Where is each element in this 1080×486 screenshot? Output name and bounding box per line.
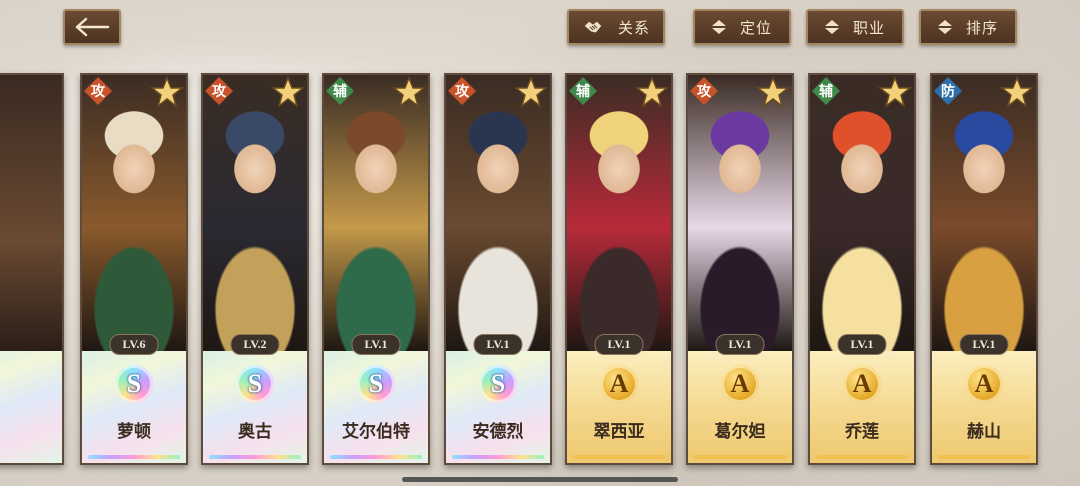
star-icon <box>392 75 426 108</box>
character-portrait <box>446 75 550 351</box>
level-label: LV.2 <box>230 334 280 355</box>
character-portrait <box>82 75 186 351</box>
card-bottom-bar <box>938 455 1030 459</box>
card-bottom-bar <box>452 455 544 459</box>
card-bottom-bar <box>209 455 301 459</box>
star-icon <box>756 75 790 108</box>
grade-badge: S <box>479 365 517 403</box>
sort-arrows-icon <box>711 20 726 34</box>
character-portrait <box>932 75 1036 351</box>
character-portrait <box>324 75 428 351</box>
character-name: 赫山 <box>967 422 1001 442</box>
grade-badge: A <box>600 365 638 403</box>
card-lower-panel: S 艾尔伯特 <box>324 351 428 463</box>
grade-badge: A <box>843 365 881 403</box>
sort-button[interactable]: 排序 <box>919 9 1017 45</box>
character-card-partial[interactable] <box>0 73 64 465</box>
character-name: 艾尔伯特 <box>342 422 410 442</box>
character-name: 乔莲 <box>845 422 879 442</box>
character-name: 安德烈 <box>472 422 524 442</box>
level-label: LV.6 <box>109 334 159 355</box>
card-lower-panel: A 翠西亚 <box>567 351 671 463</box>
card-lower-panel: A 赫山 <box>932 351 1036 463</box>
character-card[interactable]: 辅 LV.1 A 乔莲 <box>808 73 916 465</box>
sort-arrows-icon <box>824 20 839 34</box>
card-bottom-bar <box>88 455 180 459</box>
position-button[interactable]: 定位 <box>693 9 791 45</box>
character-portrait <box>810 75 914 351</box>
handshake-icon <box>583 20 603 34</box>
character-card[interactable]: 辅 LV.1 A 翠西亚 <box>565 73 673 465</box>
job-label: 职业 <box>852 18 885 37</box>
character-card[interactable]: 辅 LV.1 S 艾尔伯特 <box>322 73 430 465</box>
character-card[interactable]: 攻 LV.1 S 安德烈 <box>444 73 552 465</box>
character-card[interactable]: 防 LV.1 A 赫山 <box>930 73 1038 465</box>
grade-badge: S <box>236 365 274 403</box>
relation-label: 关系 <box>617 18 650 37</box>
card-bottom-bar <box>573 455 665 459</box>
character-name: 奥古 <box>238 422 272 442</box>
position-label: 定位 <box>739 18 772 37</box>
star-icon <box>271 75 305 108</box>
character-card[interactable]: 攻 LV.1 A 葛尔妲 <box>686 73 794 465</box>
level-label: LV.1 <box>594 334 644 355</box>
character-card[interactable]: 攻 LV.2 S 奥古 <box>201 73 309 465</box>
card-bottom-bar <box>816 455 908 459</box>
card-lower-panel: S 奥古 <box>203 351 307 463</box>
star-icon <box>150 75 184 108</box>
home-indicator[interactable] <box>402 477 678 482</box>
card-lower-panel <box>0 351 62 463</box>
sort-arrows-icon <box>937 20 952 34</box>
level-label: LV.1 <box>473 334 523 355</box>
grade-badge: A <box>965 365 1003 403</box>
sort-label: 排序 <box>965 18 998 37</box>
character-name: 葛尔妲 <box>714 422 766 442</box>
character-card[interactable]: 攻 LV.6 S 萝顿 <box>80 73 188 465</box>
level-label: LV.1 <box>351 334 401 355</box>
character-name: 萝顿 <box>117 422 151 442</box>
character-portrait <box>688 75 792 351</box>
level-label: LV.1 <box>959 334 1009 355</box>
character-portrait <box>203 75 307 351</box>
card-lower-panel: S 安德烈 <box>446 351 550 463</box>
card-lower-panel: A 乔莲 <box>810 351 914 463</box>
grade-badge: S <box>357 365 395 403</box>
card-bottom-bar <box>694 455 786 459</box>
back-button[interactable] <box>63 9 121 45</box>
card-bottom-bar <box>330 455 422 459</box>
star-icon <box>514 75 548 108</box>
job-button[interactable]: 职业 <box>806 9 904 45</box>
star-icon <box>635 75 669 108</box>
star-icon <box>878 75 912 108</box>
star-icon <box>1000 75 1034 108</box>
level-label: LV.1 <box>837 334 887 355</box>
character-portrait <box>0 75 62 351</box>
card-lower-panel: S 萝顿 <box>82 351 186 463</box>
grade-badge: A <box>721 365 759 403</box>
arrow-left-icon <box>75 17 110 37</box>
level-label: LV.1 <box>715 334 765 355</box>
character-portrait <box>567 75 671 351</box>
relation-button[interactable]: 关系 <box>567 9 665 45</box>
grade-badge: S <box>115 365 153 403</box>
character-name: 翠西亚 <box>593 422 645 442</box>
card-lower-panel: A 葛尔妲 <box>688 351 792 463</box>
